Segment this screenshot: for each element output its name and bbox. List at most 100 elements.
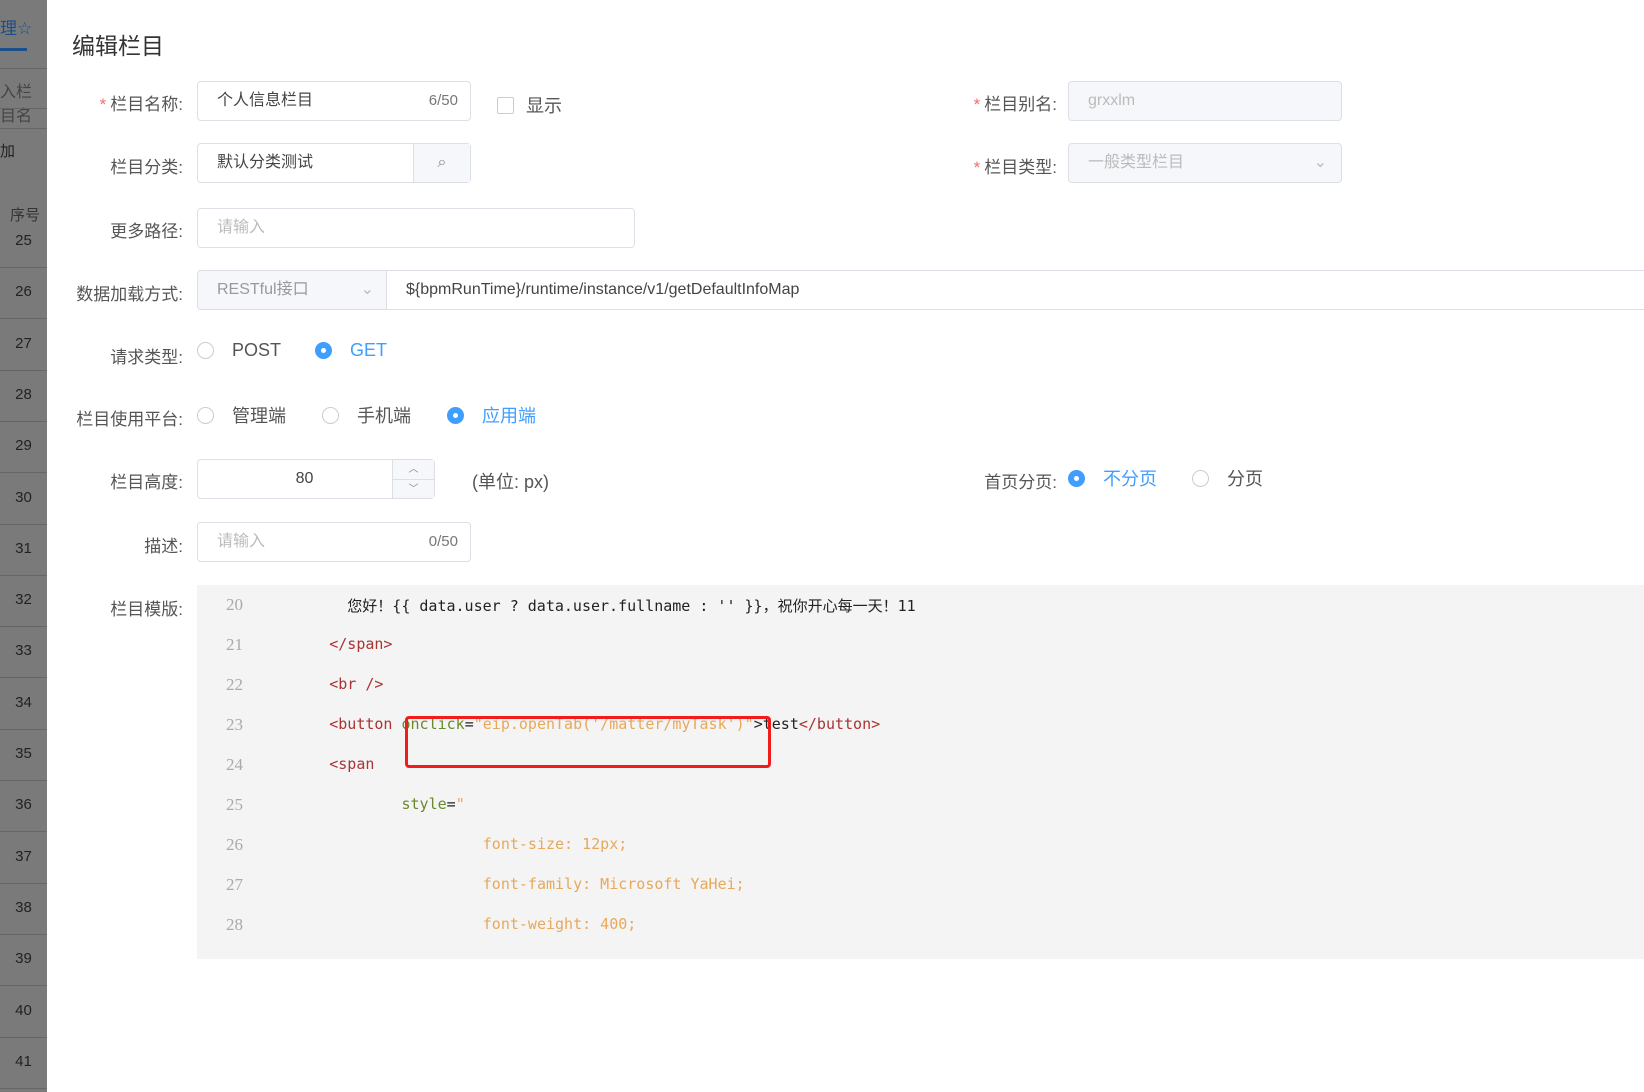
radio-get[interactable]: GET (315, 340, 387, 361)
divider (0, 1036, 47, 1038)
edit-dialog: 编辑栏目 * 栏目名称: 个人信息栏目 6/50 显示 * 栏目别名: grxxlm … (47, 0, 1644, 1092)
row-number: 37 (15, 847, 32, 865)
desc-count: 0/50 (428, 533, 458, 550)
template-code-editor[interactable]: 20 您好！{{ data.user ? data.user.fullname … (197, 585, 1644, 959)
stepper-arrows[interactable]: ︿ ﹀ (392, 460, 434, 498)
divider (0, 369, 47, 371)
radio-paging[interactable]: 分页 (1192, 465, 1263, 491)
alias-input[interactable]: grxxlm (1068, 81, 1342, 121)
line-number: 27 (226, 875, 243, 894)
radio-mobile[interactable]: 手机端 (322, 402, 411, 428)
divider (0, 318, 47, 320)
chevron-down-icon: ⌄ (1313, 154, 1327, 171)
divider (0, 574, 47, 576)
radio-no-paging[interactable]: 不分页 (1068, 465, 1157, 491)
row-number: 38 (15, 898, 32, 916)
load-url-input[interactable]: ${bpmRunTime}/runtime/instance/v1/getDef… (386, 270, 1644, 310)
height-label: 栏目高度: (110, 473, 183, 492)
code-token: <br /> (257, 675, 384, 693)
desc-label: 描述: (144, 537, 183, 556)
divider (0, 1087, 47, 1089)
line-number: 20 (226, 595, 243, 614)
type-label: * 栏目类型: (973, 158, 1057, 177)
row-number: 36 (15, 796, 32, 814)
divider (0, 267, 47, 268)
show-checkbox[interactable]: 显示 (497, 92, 562, 118)
chevron-down-icon[interactable]: ﹀ (393, 480, 434, 499)
radio-circle (322, 406, 339, 424)
divider (0, 108, 47, 109)
divider (0, 933, 47, 935)
radio-post[interactable]: POST (197, 340, 281, 361)
code-line: 20 您好！{{ data.user ? data.user.fullname … (197, 595, 916, 616)
star-icon: ☆ (17, 19, 33, 38)
name-label: * 栏目名称: (99, 95, 183, 114)
code-token: style (257, 795, 447, 813)
row-number: 39 (15, 950, 32, 968)
row-number: 35 (15, 745, 32, 762)
template-label: 栏目模版: (110, 600, 183, 619)
radio-app[interactable]: 应用端 (447, 402, 536, 428)
code-token: font-weight: 400; (257, 915, 637, 933)
tab-label: 理 (0, 19, 17, 38)
line-number: 21 (226, 635, 243, 654)
divider (0, 523, 47, 525)
type-select[interactable]: 一般类型栏目 ⌄ (1068, 143, 1342, 183)
divider (0, 882, 47, 884)
code-line: 25 style = " (197, 795, 465, 815)
dialog-title: 编辑栏目 (72, 33, 164, 59)
radio-circle (315, 342, 332, 359)
radio-circle (197, 342, 214, 359)
more-path-label: 更多路径: (110, 222, 183, 241)
row-number: 30 (15, 488, 32, 506)
background-tab[interactable]: 理☆ (0, 14, 32, 39)
code-token: = (446, 795, 456, 813)
name-input[interactable]: 个人信息栏目 6/50 (197, 81, 471, 121)
row-number: 29 (15, 437, 32, 455)
row-number: 27 (15, 334, 32, 352)
divider (0, 626, 47, 628)
alias-label: * 栏目别名: (973, 95, 1057, 114)
search-icon[interactable]: ⌕ (413, 144, 470, 182)
chevron-up-icon[interactable]: ︿ (393, 460, 434, 480)
paging-label: 首页分页: (984, 473, 1057, 492)
line-number: 26 (226, 835, 243, 854)
tab-underline (0, 48, 27, 51)
row-number: 28 (15, 385, 32, 403)
radio-admin[interactable]: 管理端 (197, 402, 286, 428)
platform-label: 栏目使用平台: (76, 410, 183, 429)
divider (0, 677, 47, 679)
desc-input[interactable]: 请输入 0/50 (197, 522, 471, 562)
divider (0, 985, 47, 987)
divider (0, 780, 47, 781)
checkbox-box (497, 96, 514, 114)
line-number: 28 (226, 915, 243, 934)
load-label: 数据加载方式: (76, 285, 183, 304)
row-number: 40 (15, 1001, 32, 1019)
code-line: 24 <span (197, 755, 374, 775)
radio-circle (197, 406, 214, 424)
row-number: 26 (15, 283, 32, 301)
code-token: 您好！{{ data.user ? data.user.fullname : '… (257, 597, 916, 615)
background-search[interactable]: 入栏目名 (0, 78, 47, 126)
category-input[interactable]: 默认分类测试 ⌕ (197, 143, 471, 183)
code-token: <button (257, 715, 402, 733)
background-add-button[interactable]: 加 (0, 140, 15, 161)
code-token: <span (257, 755, 375, 773)
highlight-box (405, 716, 771, 768)
category-label: 栏目分类: (110, 158, 183, 177)
divider (0, 728, 47, 730)
more-path-input[interactable]: 请输入 (197, 208, 635, 248)
load-method-select[interactable]: RESTful接口 ⌄ (197, 270, 387, 310)
divider (0, 420, 47, 422)
radio-circle (1068, 469, 1085, 487)
code-line: 22 <br /> (197, 675, 383, 695)
radio-circle (1192, 469, 1209, 487)
height-stepper[interactable]: 80 ︿ ﹀ (197, 459, 435, 499)
code-token: " (455, 795, 465, 813)
row-number: 25 (15, 232, 32, 249)
row-number: 33 (15, 642, 32, 660)
line-number: 25 (226, 795, 243, 814)
chevron-down-icon: ⌄ (360, 281, 374, 298)
code-line: 28 font-weight: 400; (197, 915, 636, 935)
